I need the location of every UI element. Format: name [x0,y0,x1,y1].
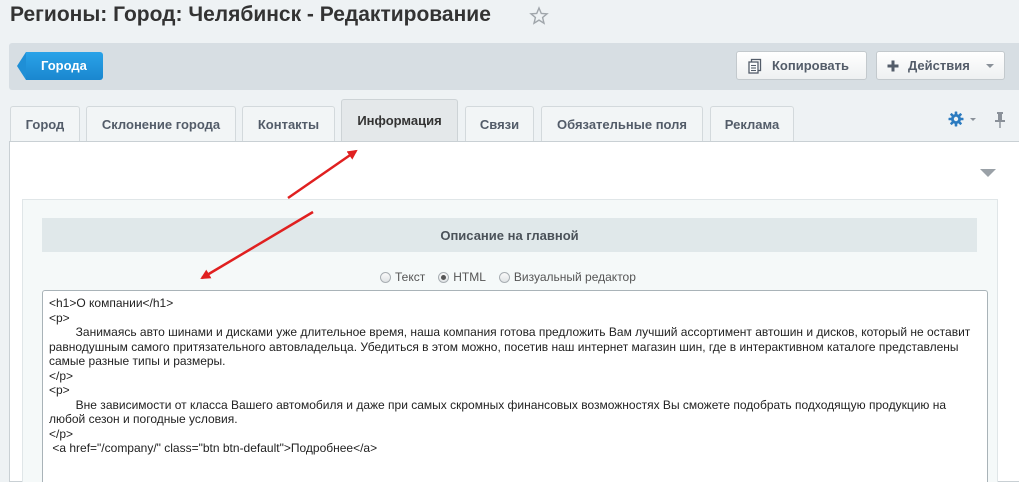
editor-line: <p> [49,310,70,325]
tab-information[interactable]: Информация [341,99,458,141]
page-title: Регионы: Город: Челябинск - Редактирован… [10,3,491,26]
tab-label: Склонение города [101,116,221,132]
mode-text-radio[interactable] [380,271,391,283]
tab-label: Контакты [257,116,320,132]
tab-label: Город [25,116,65,132]
copy-button[interactable]: Копировать [736,51,867,80]
mode-text[interactable]: Текст [380,270,425,284]
back-to-cities-button[interactable]: Города [17,52,103,80]
tab-required-fields[interactable]: Обязательные поля [541,106,703,141]
actions-button-label: Действия [908,58,970,73]
mode-label: Текст [395,270,426,284]
editor-line: Вне зависимости от класса Вашего автомоб… [49,397,950,427]
mode-visual-editor[interactable]: Визуальный редактор [498,270,636,284]
chevron-down-icon [970,118,976,121]
collapse-toggle-icon[interactable] [980,169,996,177]
tab-city[interactable]: Город [10,106,80,141]
editor-line: </p> [49,368,74,383]
actions-button[interactable]: Действия [876,51,1005,80]
star-icon[interactable] [529,6,549,26]
copy-button-label: Копировать [772,58,850,73]
tab-label: Реклама [724,116,780,132]
mode-html[interactable]: HTML [438,270,486,284]
toolbar: Города Копировать Действия [9,43,1019,90]
tab-links[interactable]: Связи [465,106,534,141]
plus-icon [887,60,899,72]
mode-label: Визуальный редактор [513,270,636,284]
section-heading: Описание на главной [42,218,977,252]
chevron-down-icon [986,64,994,68]
pin-button[interactable] [993,111,1007,134]
mode-visual-editor-radio[interactable] [498,271,510,283]
gear-icon [948,111,964,127]
editor-line: <p> [49,383,70,397]
tab-city-declension[interactable]: Склонение города [86,106,236,141]
tab-advertising[interactable]: Реклама [710,106,794,141]
html-editor-textarea[interactable]: <h1>О компании</h1> <p> Занимаясь авто ши… [42,290,988,482]
tab-label: Обязательные поля [556,116,688,132]
tab-contacts[interactable]: Контакты [242,106,335,141]
tab-settings-button[interactable] [948,111,978,127]
editor-line: <a href="/company/" class="btn btn-defau… [49,441,378,455]
copy-icon [747,58,763,74]
back-button-label: Города [26,52,103,80]
mode-label: HTML [453,270,486,284]
tab-label: Связи [479,116,520,132]
editor-line: Занимаясь авто шинами и дисками уже длит… [49,325,974,368]
tab-label: Информация [357,113,442,128]
editor-line: </p> [49,426,74,441]
pin-icon [995,112,1005,128]
editor-line: <h1>О компании</h1> [49,296,174,310]
editor-mode-switch: Текст HTML Визуальный редактор [380,269,649,285]
mode-html-radio[interactable] [438,271,450,283]
